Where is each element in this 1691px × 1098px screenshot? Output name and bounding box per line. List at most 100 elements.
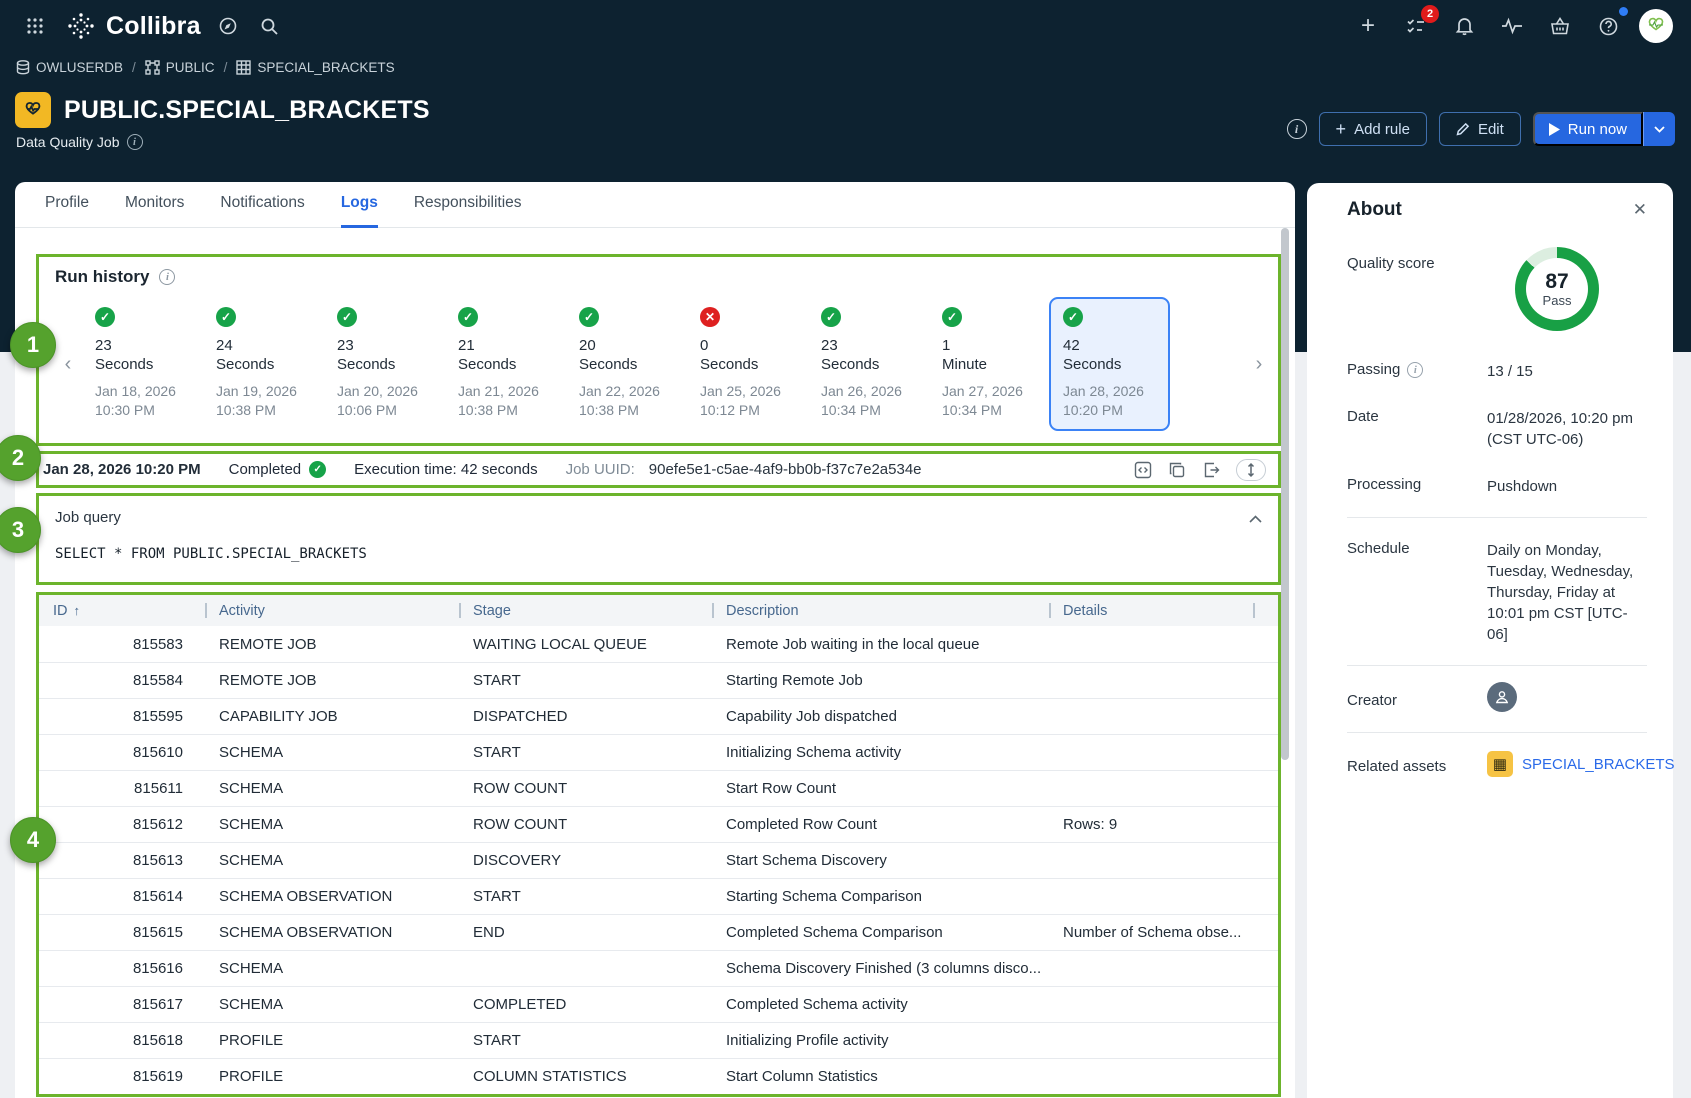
- run-history-item[interactable]: ✓ 23 Seconds Jan 20, 2026 10:06 PM: [323, 297, 444, 431]
- run-history-info-icon[interactable]: i: [159, 269, 175, 285]
- collibra-logo[interactable]: Collibra: [66, 11, 201, 41]
- cell-description: Completed Schema activity: [712, 996, 1049, 1013]
- cell-stage: ROW COUNT: [459, 816, 712, 833]
- breadcrumb-item-database[interactable]: OWLUSERDB: [16, 60, 123, 75]
- help-icon[interactable]: [1591, 9, 1625, 43]
- cell-activity: REMOTE JOB: [205, 672, 459, 689]
- compass-icon[interactable]: [211, 9, 245, 43]
- activity-icon[interactable]: [1495, 9, 1529, 43]
- run-history-item[interactable]: ✕ 0 Seconds Jan 25, 2026 10:12 PM: [686, 297, 807, 431]
- annotation-circle-4: 4: [10, 817, 56, 863]
- column-header-details[interactable]: Details: [1049, 595, 1253, 626]
- search-icon[interactable]: [253, 9, 287, 43]
- cell-id: 815619: [39, 1068, 205, 1085]
- breadcrumb-item-table[interactable]: SPECIAL_BRACKETS: [236, 60, 394, 75]
- column-header-id[interactable]: ID ↑: [39, 595, 205, 626]
- run-history-item[interactable]: ✓ 23 Seconds Jan 26, 2026 10:34 PM: [807, 297, 928, 431]
- cell-activity: CAPABILITY JOB: [205, 708, 459, 725]
- tasks-icon[interactable]: 2: [1399, 9, 1433, 43]
- job-query-section: Job query SELECT * FROM PUBLIC.SPECIAL_B…: [36, 493, 1281, 585]
- run-now-dropdown-caret[interactable]: [1643, 112, 1675, 146]
- column-header-activity[interactable]: Activity: [205, 595, 459, 626]
- person-icon: [1494, 689, 1510, 705]
- run-history-item[interactable]: ✓ 42 Seconds Jan 28, 2026 10:20 PM: [1049, 297, 1170, 431]
- cell-description: Start Row Count: [712, 780, 1049, 797]
- run-history-item[interactable]: ✓ 24 Seconds Jan 19, 2026 10:38 PM: [202, 297, 323, 431]
- table-row[interactable]: 815615 SCHEMA OBSERVATION END Completed …: [39, 914, 1278, 950]
- breadcrumb-item-schema[interactable]: PUBLIC: [145, 60, 215, 75]
- run-date: Jan 22, 2026 10:38 PM: [579, 382, 672, 420]
- passing-info-icon[interactable]: i: [1407, 362, 1423, 378]
- run-history-next-icon[interactable]: ›: [1246, 353, 1272, 376]
- play-icon: [1549, 123, 1560, 136]
- cell-stage: COMPLETED: [459, 996, 712, 1013]
- run-duration: 24 Seconds: [216, 336, 309, 374]
- run-history-item[interactable]: ✓ 1 Minute Jan 27, 2026 10:34 PM: [928, 297, 1049, 431]
- table-row[interactable]: 815618 PROFILE START Initializing Profil…: [39, 1022, 1278, 1058]
- tab[interactable]: Notifications: [220, 182, 304, 228]
- related-asset-link[interactable]: SPECIAL_BRACKETS: [1522, 756, 1675, 773]
- check-circle-icon: ✓: [309, 461, 326, 478]
- column-header-description[interactable]: Description: [712, 595, 1049, 626]
- cell-activity: PROFILE: [205, 1032, 459, 1049]
- quality-score-donut: 87 Pass: [1515, 247, 1599, 331]
- vertical-scrollbar[interactable]: [1281, 228, 1289, 760]
- table-row[interactable]: 815616 SCHEMA Schema Discovery Finished …: [39, 950, 1278, 986]
- tab[interactable]: Responsibilities: [414, 182, 522, 228]
- run-now-button[interactable]: Run now: [1533, 112, 1643, 146]
- table-row[interactable]: 815583 REMOTE JOB WAITING LOCAL QUEUE Re…: [39, 626, 1278, 662]
- column-header-stage[interactable]: Stage: [459, 595, 712, 626]
- cell-stage: START: [459, 888, 712, 905]
- data-quality-job-icon: [15, 92, 51, 128]
- cell-activity: SCHEMA OBSERVATION: [205, 888, 459, 905]
- run-status-icon: ✓: [216, 307, 236, 327]
- table-row[interactable]: 815614 SCHEMA OBSERVATION START Starting…: [39, 878, 1278, 914]
- table-row[interactable]: 815610 SCHEMA START Initializing Schema …: [39, 734, 1278, 770]
- export-icon[interactable]: [1202, 461, 1220, 479]
- apps-grid-icon[interactable]: [18, 9, 52, 43]
- avatar[interactable]: [1639, 9, 1673, 43]
- run-history-item[interactable]: ✓ 21 Seconds Jan 21, 2026 10:38 PM: [444, 297, 565, 431]
- copy-icon[interactable]: [1168, 461, 1186, 479]
- run-date: Jan 25, 2026 10:12 PM: [700, 382, 793, 420]
- cell-activity: PROFILE: [205, 1068, 459, 1085]
- bell-icon[interactable]: [1447, 9, 1481, 43]
- expand-rows-icon[interactable]: [1236, 459, 1266, 481]
- run-history-item[interactable]: ✓ 20 Seconds Jan 22, 2026 10:38 PM: [565, 297, 686, 431]
- breadcrumb-separator: /: [132, 60, 136, 75]
- table-row[interactable]: 815595 CAPABILITY JOB DISPATCHED Capabil…: [39, 698, 1278, 734]
- add-rule-button[interactable]: + Add rule: [1319, 112, 1427, 146]
- table-row[interactable]: 815584 REMOTE JOB START Starting Remote …: [39, 662, 1278, 698]
- basket-icon[interactable]: [1543, 9, 1577, 43]
- cell-id: 815595: [39, 708, 205, 725]
- cell-id: 815616: [39, 960, 205, 977]
- cell-details: Rows: 9: [1049, 816, 1253, 833]
- table-row[interactable]: 815619 PROFILE COLUMN STATISTICS Start C…: [39, 1058, 1278, 1094]
- run-date: Jan 27, 2026 10:34 PM: [942, 382, 1035, 420]
- annotation-circle-1: 1: [10, 322, 56, 368]
- plus-icon[interactable]: +: [1351, 9, 1385, 43]
- tab[interactable]: Logs: [341, 182, 378, 228]
- table-row[interactable]: 815611 SCHEMA ROW COUNT Start Row Count: [39, 770, 1278, 806]
- cell-description: Completed Row Count: [712, 816, 1049, 833]
- table-row[interactable]: 815613 SCHEMA DISCOVERY Start Schema Dis…: [39, 842, 1278, 878]
- edit-button[interactable]: Edit: [1439, 112, 1521, 146]
- tab[interactable]: Monitors: [125, 182, 184, 228]
- collapse-chevron-icon[interactable]: [1249, 510, 1262, 528]
- table-row[interactable]: 815617 SCHEMA COMPLETED Completed Schema…: [39, 986, 1278, 1022]
- view-code-icon[interactable]: [1134, 461, 1152, 479]
- creator-avatar[interactable]: [1487, 682, 1517, 712]
- run-history-item[interactable]: ✓ 23 Seconds Jan 18, 2026 10:30 PM: [81, 297, 202, 431]
- subtitle-info-icon[interactable]: i: [127, 134, 143, 150]
- cell-activity: SCHEMA: [205, 744, 459, 761]
- cell-activity: SCHEMA: [205, 852, 459, 869]
- related-assets-label: Related assets: [1347, 758, 1487, 775]
- cell-description: Starting Remote Job: [712, 672, 1049, 689]
- actions-info-icon[interactable]: i: [1287, 119, 1307, 139]
- close-icon[interactable]: ✕: [1633, 200, 1647, 220]
- table-header-row: ID ↑ Activity Stage Description Details: [39, 595, 1278, 626]
- tab[interactable]: Profile: [45, 182, 89, 228]
- cell-stage: END: [459, 924, 712, 941]
- run-history-prev-icon[interactable]: ‹: [55, 353, 81, 376]
- table-row[interactable]: 815612 SCHEMA ROW COUNT Completed Row Co…: [39, 806, 1278, 842]
